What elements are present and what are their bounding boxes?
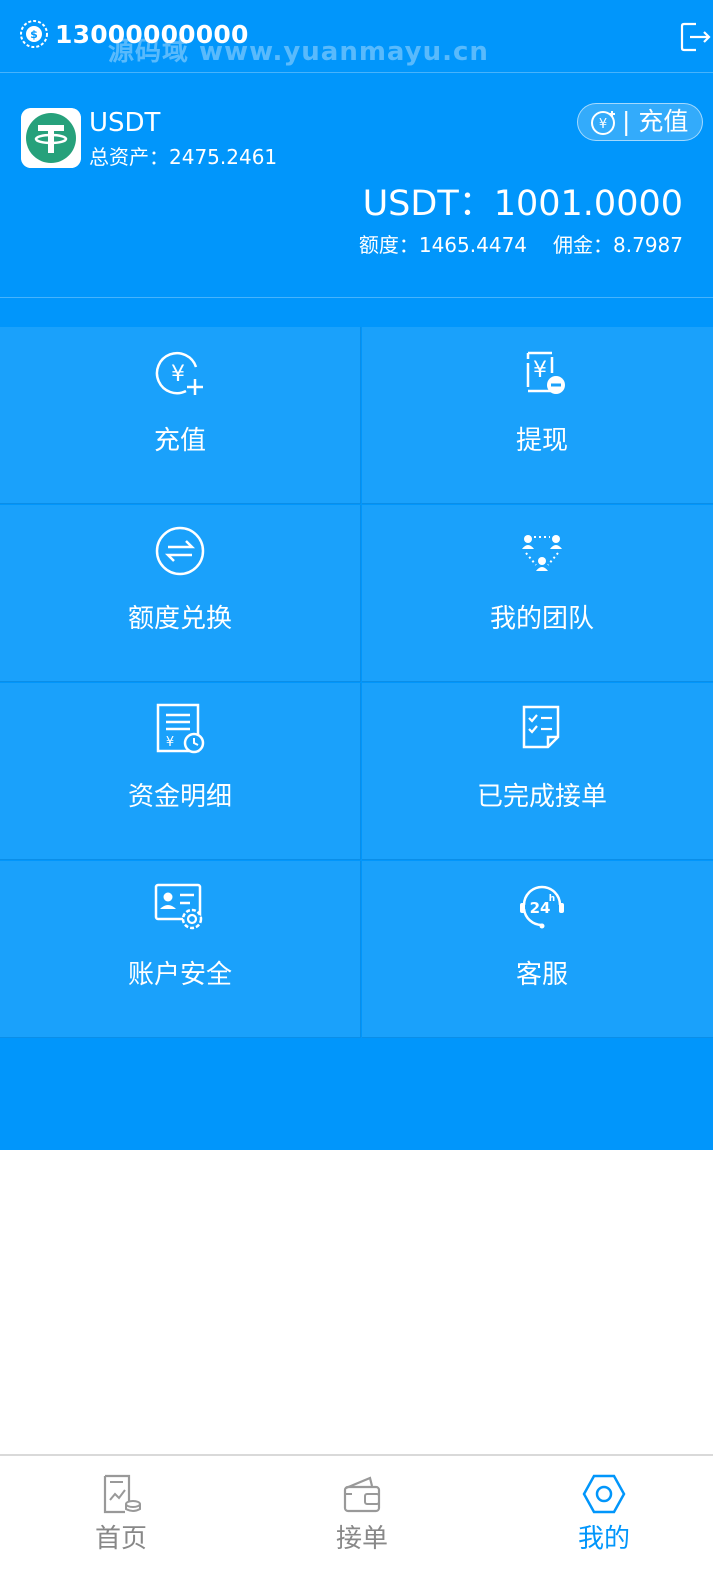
svg-text:¥: ¥ [166,735,174,750]
chart-coins-icon [103,1474,141,1514]
hexagon-icon [582,1474,626,1514]
svg-text:$: $ [30,28,38,41]
nav-mine[interactable]: 我的 [524,1456,684,1569]
menu-withdraw[interactable]: ¥ 提现 [362,327,713,504]
bottom-nav: 首页 接单 我的 [0,1454,713,1569]
top-bar: $ 13000000000 源码域 www.yuanmayu.cn [0,0,713,73]
recharge-button[interactable]: ¥ | 充值 [577,103,703,141]
asset-summary: USDT 总资产：2475.2461 ¥ | 充值 USDT：1001.0000… [0,73,713,298]
menu-fund-details[interactable]: ¥ 资金明细 [0,683,361,860]
svg-text:h: h [549,894,555,904]
nav-home-label: 首页 [94,1524,147,1554]
yen-plus-icon: ¥ [155,351,203,395]
menu-label: 账户安全 [127,960,232,990]
menu-label: 额度兑换 [127,604,232,634]
support-24h-icon: 24 h [520,885,564,929]
commission-balance: 佣金：8.7987 [553,233,683,257]
coin-name: USDT [89,108,161,138]
exchange-icon [155,526,205,576]
svg-text:24: 24 [530,899,551,917]
menu-label: 资金明细 [127,782,232,812]
watermark: 源码域 www.yuanmayu.cn [108,37,489,67]
menu-label: 客服 [515,960,568,990]
team-icon [522,535,562,571]
menu-quota-exchange[interactable]: 额度兑换 [0,505,361,682]
usdt-logo [21,108,81,168]
nav-orders-label: 接单 [335,1524,388,1554]
menu-completed-orders[interactable]: 已完成接单 [362,683,713,860]
coin-user-icon: $ [20,20,48,48]
menu-label: 提现 [515,426,568,456]
total-assets-value: 2475.2461 [169,145,278,169]
menu-label: 我的团队 [489,604,594,634]
nav-home[interactable]: 首页 [41,1456,201,1569]
svg-text:¥: ¥ [533,358,547,383]
checklist-icon [522,705,560,749]
yen-coin-icon: ¥ [591,111,615,135]
logout-icon[interactable] [678,20,712,54]
total-assets: 总资产：2475.2461 [89,143,277,171]
sub-balances: 额度：1465.4474 佣金：8.7987 [359,231,683,259]
menu-account-security[interactable]: 账户安全 [0,861,361,1038]
recharge-label: | 充值 [622,107,689,136]
quota-balance: 额度：1465.4474 [358,233,528,257]
menu-label: 已完成接单 [476,782,607,812]
menu-my-team[interactable]: 我的团队 [362,505,713,682]
wallet-icon [343,1476,381,1513]
nav-orders[interactable]: 接单 [282,1456,442,1569]
svg-text:¥: ¥ [599,117,607,132]
ledger-icon: ¥ [156,703,205,754]
usdt-balance: USDT：1001.0000 [362,184,683,224]
yen-minus-icon: ¥ [526,351,565,394]
nav-mine-label: 我的 [577,1524,630,1554]
id-gear-icon [154,883,203,930]
menu-label: 充值 [153,426,206,456]
menu-recharge[interactable]: ¥ 充值 [0,327,361,504]
total-assets-label: 总资产： [89,145,169,169]
menu-customer-service[interactable]: 24 h 客服 [362,861,713,1038]
svg-text:¥: ¥ [171,362,185,387]
